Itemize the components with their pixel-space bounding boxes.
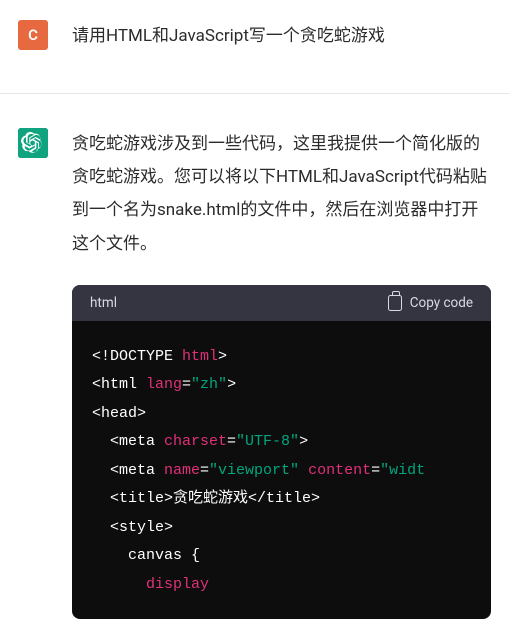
clipboard-icon: [388, 295, 402, 311]
copy-code-button[interactable]: Copy code: [388, 295, 473, 311]
assistant-avatar: [18, 128, 48, 158]
code-token: =: [182, 376, 191, 393]
code-token: <!DOCTYPE: [92, 348, 182, 365]
code-token: >: [299, 433, 308, 450]
user-avatar-letter: C: [28, 26, 38, 44]
copy-code-label: Copy code: [410, 295, 473, 311]
openai-logo-icon: [18, 128, 48, 158]
code-token: [299, 462, 308, 479]
code-token: >: [218, 348, 227, 365]
code-token: "zh": [191, 376, 227, 393]
code-token: <html: [92, 376, 146, 393]
code-header: html Copy code: [72, 285, 491, 321]
user-avatar: C: [18, 20, 48, 50]
code-token: name: [164, 462, 200, 479]
code-token: =: [200, 462, 209, 479]
code-token: <meta: [92, 462, 164, 479]
code-language-label: html: [90, 295, 117, 311]
code-token: <style>: [92, 519, 173, 536]
code-token: =: [227, 433, 236, 450]
user-message: C 请用HTML和JavaScript写一个贪吃蛇游戏: [0, 0, 509, 93]
code-token: display: [92, 576, 209, 593]
code-block: html Copy code <!DOCTYPE html> <html lan…: [72, 285, 491, 620]
code-token: <meta: [92, 433, 164, 450]
code-token: content: [308, 462, 371, 479]
code-token: canvas {: [92, 547, 200, 564]
code-token: html: [182, 348, 218, 365]
assistant-message-body: 贪吃蛇游戏涉及到一些代码，这里我提供一个简化版的贪吃蛇游戏。您可以将以下HTML…: [72, 128, 491, 619]
user-message-text: 请用HTML和JavaScript写一个贪吃蛇游戏: [72, 20, 491, 53]
code-token: <title>贪吃蛇游戏</title>: [92, 490, 320, 507]
assistant-message-text: 贪吃蛇游戏涉及到一些代码，这里我提供一个简化版的贪吃蛇游戏。您可以将以下HTML…: [72, 128, 491, 261]
code-token: <head>: [92, 405, 146, 422]
code-token: lang: [146, 376, 182, 393]
user-message-body: 请用HTML和JavaScript写一个贪吃蛇游戏: [72, 20, 491, 53]
code-token: =: [371, 462, 380, 479]
code-token: "UTF-8": [236, 433, 299, 450]
assistant-message: 贪吃蛇游戏涉及到一些代码，这里我提供一个简化版的贪吃蛇游戏。您可以将以下HTML…: [0, 94, 509, 637]
code-body: <!DOCTYPE html> <html lang="zh"> <head> …: [72, 321, 491, 620]
code-token: "viewport": [209, 462, 299, 479]
code-token: "widt: [380, 462, 425, 479]
code-token: charset: [164, 433, 227, 450]
code-token: >: [227, 376, 236, 393]
